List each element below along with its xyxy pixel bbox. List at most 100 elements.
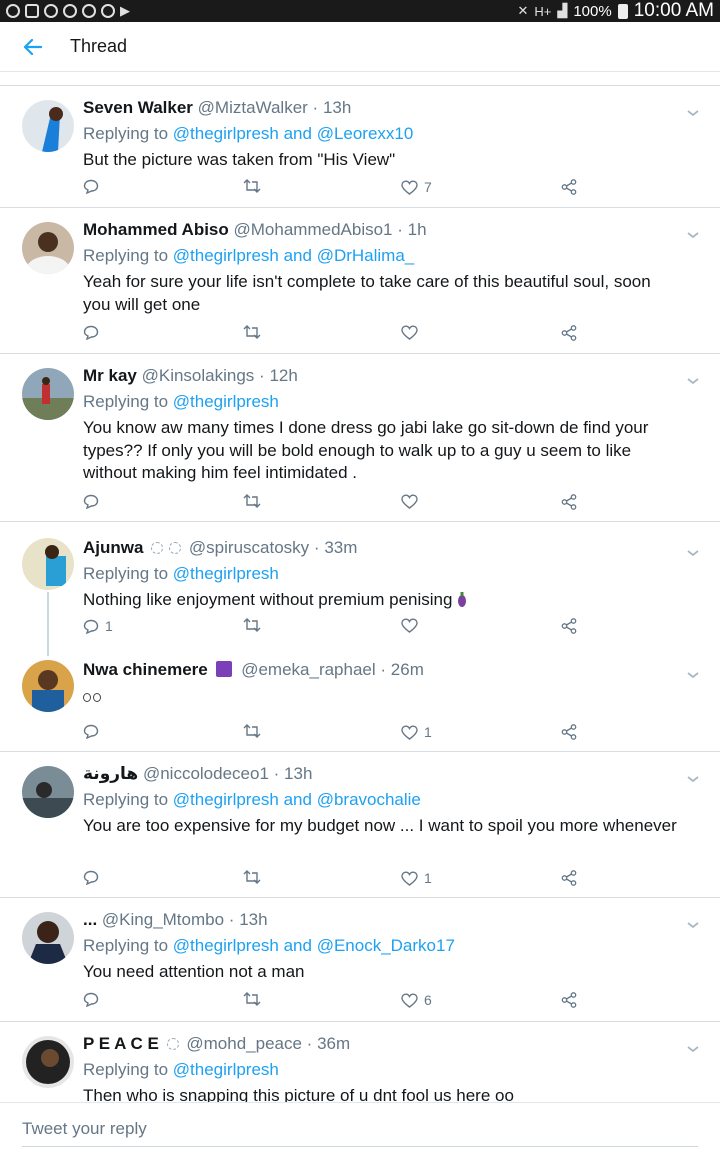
retweet-button[interactable] xyxy=(243,992,261,1006)
tweet-actions: 1 xyxy=(83,724,583,746)
author-name[interactable]: Mohammed Abiso xyxy=(83,220,229,239)
share-button[interactable] xyxy=(561,494,577,510)
replying-to-mentions[interactable]: @thegirlpresh and @bravochalie xyxy=(173,790,421,809)
separator-dot: · xyxy=(397,220,403,239)
replying-to-mentions[interactable]: @thegirlpresh and @Leorexx10 xyxy=(173,124,414,143)
chevron-down-icon[interactable] xyxy=(686,920,700,930)
reply-button[interactable] xyxy=(83,494,105,509)
like-button[interactable]: 1 xyxy=(401,870,432,886)
author-name[interactable]: Nwa chinemere xyxy=(83,660,208,679)
like-button[interactable]: 6 xyxy=(401,992,432,1008)
tweet-text: Then who is snapping this picture of u d… xyxy=(83,1086,514,1102)
author-name[interactable]: Ajunwa xyxy=(83,538,143,557)
author-name[interactable]: هارونة xyxy=(83,764,138,783)
retweet-button[interactable] xyxy=(243,618,261,632)
reply-button[interactable] xyxy=(83,992,105,1007)
tweet-card[interactable]: Ajunwa @spiruscatosky · 33m Replying to … xyxy=(0,522,720,648)
tweet-actions: 1 xyxy=(83,618,583,640)
tweet-card[interactable]: Seven Walker @MiztaWalker · 13h Replying… xyxy=(0,86,720,208)
heart-icon xyxy=(401,724,418,740)
author-handle[interactable]: @mohd_peace xyxy=(186,1034,302,1053)
tweet-actions: 1 xyxy=(83,870,583,892)
tweet-card[interactable]: ... @King_Mtombo · 13h Replying to @theg… xyxy=(0,898,720,1022)
retweet-button[interactable] xyxy=(243,179,261,193)
avatar[interactable] xyxy=(22,100,74,152)
timestamp: 13h xyxy=(284,764,313,783)
tweet-card[interactable]: Mohammed Abiso @MohammedAbiso1 · 1h Repl… xyxy=(0,208,720,354)
avatar[interactable] xyxy=(22,368,74,420)
back-arrow-icon[interactable] xyxy=(18,32,48,62)
author-handle[interactable]: @emeka_raphael xyxy=(241,660,375,679)
share-button[interactable] xyxy=(561,870,577,886)
avatar[interactable] xyxy=(22,766,74,818)
like-button[interactable] xyxy=(401,494,424,509)
replying-to-mentions[interactable]: @thegirlpresh and @Enock_Darko17 xyxy=(173,936,455,955)
reply-button[interactable]: 1 xyxy=(83,618,113,634)
retweet-button[interactable] xyxy=(243,494,261,508)
share-button[interactable] xyxy=(561,179,577,195)
chevron-down-icon[interactable] xyxy=(686,670,700,680)
author-handle[interactable]: @MohammedAbiso1 xyxy=(234,220,393,239)
reply-button[interactable] xyxy=(83,724,105,739)
reply-button[interactable] xyxy=(83,325,105,340)
avatar[interactable] xyxy=(22,1036,74,1088)
app-bar: Thread xyxy=(0,22,720,72)
separator-dot: · xyxy=(312,98,319,117)
chevron-down-icon[interactable] xyxy=(686,108,700,118)
chevron-down-icon[interactable] xyxy=(686,1044,700,1054)
retweet-button[interactable] xyxy=(243,870,261,884)
replying-to-label: Replying to xyxy=(83,790,169,809)
like-button[interactable] xyxy=(401,325,424,340)
like-button[interactable]: 1 xyxy=(401,724,432,740)
retweet-button[interactable] xyxy=(243,724,261,738)
chevron-down-icon[interactable] xyxy=(686,376,700,386)
eyes-emoji-icon xyxy=(83,693,91,702)
author-handle[interactable]: @MiztaWalker xyxy=(198,98,308,117)
tweet-reply-input[interactable]: Tweet your reply xyxy=(22,1111,698,1147)
author-name[interactable]: Mr kay xyxy=(83,366,137,385)
tweet-card[interactable]: هارونة @niccolodeceo1 · 13h Replying to … xyxy=(0,752,720,898)
chevron-down-icon[interactable] xyxy=(686,230,700,240)
tweet-card[interactable]: Nwa chinemere @emeka_raphael · 26m 1 xyxy=(0,648,720,752)
tweet-text: You are too expensive for my budget now … xyxy=(83,816,677,835)
avatar[interactable] xyxy=(22,538,74,590)
reply-icon xyxy=(83,992,99,1007)
snowflake-icon xyxy=(166,1038,179,1050)
chevron-down-icon[interactable] xyxy=(686,774,700,784)
chrome-notification-icon xyxy=(82,4,96,18)
replying-to-mentions[interactable]: @thegirlpresh and @DrHalima_ xyxy=(173,246,414,265)
retweet-button[interactable] xyxy=(243,325,261,339)
share-button[interactable] xyxy=(561,992,577,1008)
avatar[interactable] xyxy=(22,660,74,712)
signal-icon: ▟ xyxy=(557,3,568,18)
tweet-card[interactable]: Mr kay @Kinsolakings · 12h Replying to @… xyxy=(0,354,720,522)
author-handle[interactable]: @niccolodeceo1 xyxy=(143,764,269,783)
author-name[interactable]: Seven Walker xyxy=(83,98,193,117)
reply-icon xyxy=(83,494,99,509)
thread-feed[interactable]: Seven Walker @MiztaWalker · 13h Replying… xyxy=(0,72,720,1102)
author-handle[interactable]: @King_Mtombo xyxy=(102,910,224,929)
share-button[interactable] xyxy=(561,724,577,740)
author-handle[interactable]: @spiruscatosky xyxy=(189,538,309,557)
author-name[interactable]: P E A C E xyxy=(83,1034,159,1053)
like-button[interactable]: 7 xyxy=(401,179,432,195)
retweet-icon xyxy=(243,724,261,738)
battery-percent: 100% xyxy=(573,2,612,20)
author-name[interactable]: ... xyxy=(83,910,97,929)
avatar[interactable] xyxy=(22,912,74,964)
image-notification-icon xyxy=(25,4,39,18)
share-button[interactable] xyxy=(561,325,577,341)
tweet-card[interactable]: P E A C E @mohd_peace · 36m Replying to … xyxy=(0,1022,720,1102)
replying-to-mentions[interactable]: @thegirlpresh xyxy=(173,1060,279,1079)
replying-to-mentions[interactable]: @thegirlpresh xyxy=(173,564,279,583)
eyes-emoji-icon xyxy=(93,693,101,702)
reply-button[interactable] xyxy=(83,179,105,194)
avatar[interactable] xyxy=(22,222,74,274)
heart-icon xyxy=(401,870,418,886)
replying-to-mentions[interactable]: @thegirlpresh xyxy=(173,392,279,411)
reply-button[interactable] xyxy=(83,870,105,885)
author-handle[interactable]: @Kinsolakings xyxy=(142,366,255,385)
share-button[interactable] xyxy=(561,618,577,634)
chevron-down-icon[interactable] xyxy=(686,548,700,558)
like-button[interactable] xyxy=(401,618,424,633)
